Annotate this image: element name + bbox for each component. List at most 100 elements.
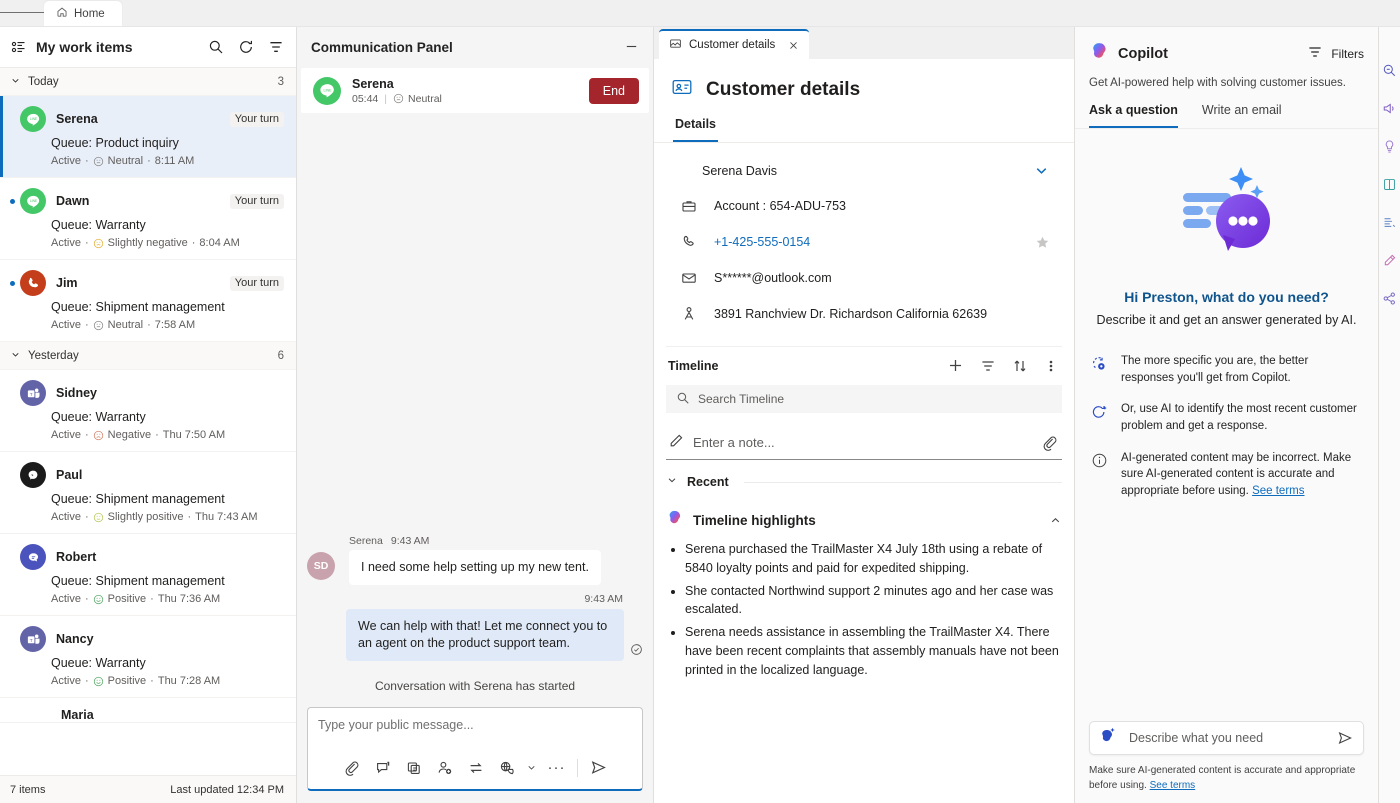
work-item-turn-badge: Your turn: [229, 275, 284, 291]
timeline-note-input[interactable]: Enter a note...: [666, 426, 1062, 460]
work-item-turn-badge: [274, 392, 284, 395]
work-item-name: Paul: [56, 468, 83, 482]
copilot-filters-button[interactable]: Filters: [1307, 44, 1364, 63]
work-item-paul[interactable]: Paul Queue: Shipment management Active ·…: [0, 452, 296, 534]
chevron-up-icon[interactable]: [1049, 514, 1062, 527]
contact-card-header[interactable]: Serena Davis: [666, 153, 1062, 188]
tab-details[interactable]: Details: [673, 117, 718, 142]
tab-write-an-email[interactable]: Write an email: [1202, 103, 1282, 128]
search-icon[interactable]: [208, 39, 224, 55]
announcement-icon[interactable]: [1382, 101, 1397, 116]
message-outgoing: 9:43 AM We can help with that! Let me co…: [307, 593, 643, 661]
sort-icon[interactable]: [1012, 358, 1028, 374]
attach-icon[interactable]: [338, 754, 365, 781]
svg-text:T: T: [29, 637, 32, 642]
agent-scripts-icon[interactable]: [1382, 215, 1397, 230]
see-terms-link[interactable]: See terms: [1252, 485, 1304, 497]
add-icon[interactable]: [947, 357, 964, 374]
smart-assist-icon[interactable]: [1382, 253, 1397, 268]
filter-icon[interactable]: [980, 358, 996, 374]
work-item-nancy[interactable]: T Nancy Queue: Warranty Active · Positiv…: [0, 616, 296, 698]
message-sent-icon: [630, 643, 643, 661]
work-items-list[interactable]: Today 3 LINE Serena Your turn Queue: Pro…: [0, 68, 296, 775]
work-item-queue: Queue: Shipment management: [51, 300, 225, 314]
work-item-name: Serena: [56, 112, 98, 126]
svg-text:T: T: [29, 391, 32, 396]
copilot-rail-icon[interactable]: [1382, 63, 1397, 78]
more-options-icon[interactable]: [1044, 358, 1058, 374]
translate-icon[interactable]: [493, 754, 520, 781]
work-items-count: 7 items: [10, 783, 46, 796]
knowledge-article-icon[interactable]: [400, 754, 427, 781]
message-text: I need some help setting up my new tent.: [349, 550, 601, 586]
refresh-icon[interactable]: [238, 39, 254, 55]
work-item-sidney[interactable]: T Sidney Queue: Warranty Active · Negati…: [0, 370, 296, 452]
list-item: Serena needs assistance in assembling th…: [685, 623, 1062, 679]
knowledge-icon[interactable]: [1382, 139, 1397, 154]
contact-field-value[interactable]: +1-425-555-0154: [714, 235, 810, 249]
work-items-group-today[interactable]: Today 3: [0, 68, 296, 96]
message-composer[interactable]: Type your public message... ···: [307, 707, 643, 791]
send-icon[interactable]: [585, 754, 612, 781]
sentiment-negative-icon: [93, 430, 104, 441]
sentiment-neutral-icon: [93, 320, 104, 331]
svg-text:LINE: LINE: [323, 88, 332, 92]
book-icon[interactable]: [1382, 177, 1397, 192]
minimize-icon[interactable]: [624, 39, 639, 56]
chevron-down-icon[interactable]: [524, 754, 539, 781]
work-items-group-yesterday[interactable]: Yesterday 6: [0, 342, 296, 370]
communication-panel-title: Communication Panel: [311, 40, 453, 55]
work-item-robert[interactable]: Robert Queue: Shipment management Active…: [0, 534, 296, 616]
filter-icon[interactable]: [268, 39, 284, 55]
sentiment-neutral-icon: [393, 93, 404, 104]
copilot-prompt-input[interactable]: Describe what you need: [1089, 721, 1364, 755]
copilot-tip-body: AI-generated content may be incorrect. M…: [1121, 451, 1352, 498]
quick-reply-icon[interactable]: [369, 754, 396, 781]
end-conversation-button[interactable]: End: [588, 77, 639, 104]
add-person-icon[interactable]: [431, 754, 458, 781]
timeline-search-input[interactable]: Search Timeline: [666, 385, 1062, 413]
work-item-status: Active: [51, 237, 81, 249]
transfer-icon[interactable]: [462, 754, 489, 781]
customer-name: Serena: [352, 76, 394, 91]
tab-ask-a-question[interactable]: Ask a question: [1089, 103, 1178, 128]
chevron-down-icon: [10, 75, 21, 89]
svg-text:LINE: LINE: [29, 199, 37, 203]
work-item-time: Thu 7:36 AM: [157, 593, 221, 605]
work-item-name: Dawn: [56, 194, 90, 208]
share-icon[interactable]: [1382, 291, 1397, 306]
location-icon: [680, 306, 698, 322]
message-input[interactable]: Type your public message...: [318, 718, 632, 752]
hamburger-menu-icon[interactable]: [0, 0, 45, 26]
copilot-footer: Describe what you need Make sure AI-gene…: [1075, 721, 1378, 803]
tab-home[interactable]: Home: [44, 1, 122, 26]
timeline-section: Timeline Search Timeline Enter a note...…: [666, 346, 1062, 683]
ai-refresh-icon: [1089, 401, 1109, 421]
work-item-time: Thu 7:28 AM: [157, 675, 221, 687]
app-window: Home My work items Today 3 LINE Serena Y…: [0, 0, 1400, 803]
see-terms-link[interactable]: See terms: [1150, 780, 1196, 791]
send-icon[interactable]: [1337, 730, 1353, 746]
chevron-down-icon[interactable]: [1033, 162, 1050, 179]
favorite-star-icon[interactable]: [1035, 235, 1050, 250]
timeline-recent-group[interactable]: Recent: [666, 473, 1062, 491]
timeline-actions: [947, 357, 1058, 374]
work-item-serena[interactable]: LINE Serena Your turn Queue: Product inq…: [0, 96, 296, 178]
work-item-meta: Active · Slightly positive · Thu 7:43 AM: [51, 511, 258, 523]
copilot-chat-illustration: [1089, 129, 1364, 273]
work-item-maria[interactable]: Maria: [0, 698, 296, 723]
work-item-jim[interactable]: Jim Your turn Queue: Shipment management…: [0, 260, 296, 342]
more-options-icon[interactable]: ···: [543, 754, 570, 781]
work-item-time: 7:58 AM: [154, 319, 196, 331]
work-item-time: 8:11 AM: [154, 155, 195, 167]
work-item-sentiment: Positive: [107, 593, 147, 605]
work-item-dawn[interactable]: LINE Dawn Your turn Queue: Warranty Acti…: [0, 178, 296, 260]
copilot-subtitle: Get AI-powered help with solving custome…: [1089, 77, 1346, 89]
tab-customer-details[interactable]: Customer details: [659, 29, 810, 59]
timeline-header: Timeline: [666, 357, 1062, 374]
timeline-search-placeholder: Search Timeline: [698, 392, 785, 406]
work-item-name: Sidney: [56, 386, 97, 400]
close-icon[interactable]: [788, 40, 799, 51]
attach-icon[interactable]: [1042, 435, 1058, 451]
work-item-name: Jim: [56, 276, 78, 290]
